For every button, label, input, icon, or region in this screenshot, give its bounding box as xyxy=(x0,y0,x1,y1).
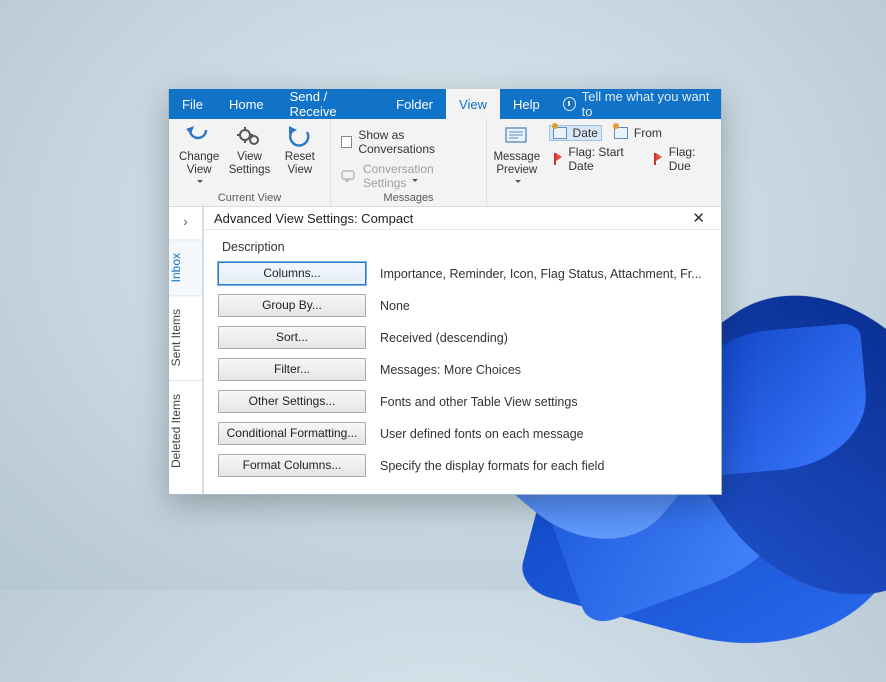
dialog-row-group-by: Group By... None xyxy=(218,294,707,317)
checkbox-icon xyxy=(341,136,352,148)
format-columns-button[interactable]: Format Columns... xyxy=(218,454,366,477)
view-settings-button[interactable]: View Settings xyxy=(225,123,273,177)
group-by-button[interactable]: Group By... xyxy=(218,294,366,317)
dialog-row-columns: Columns... Importance, Reminder, Icon, F… xyxy=(218,262,707,285)
arrange-by-flag-due[interactable]: Flag: Due xyxy=(649,144,715,174)
columns-button[interactable]: Columns... xyxy=(218,262,366,285)
from-icon xyxy=(614,127,628,139)
tab-help[interactable]: Help xyxy=(500,89,553,119)
sort-value: Received (descending) xyxy=(380,331,707,345)
close-button[interactable]: ✕ xyxy=(686,207,711,229)
columns-value: Importance, Reminder, Icon, Flag Status,… xyxy=(380,267,707,281)
group-by-value: None xyxy=(380,299,707,313)
ribbon-group-arrangement: Message Preview Date From xyxy=(487,119,721,206)
conversation-icon xyxy=(341,168,357,185)
dialog-row-other-settings: Other Settings... Fonts and other Table … xyxy=(218,390,707,413)
format-columns-value: Specify the display formats for each fie… xyxy=(380,459,707,473)
advanced-view-settings-dialog: Advanced View Settings: Compact ✕ Descri… xyxy=(203,207,721,494)
arrange-by-from[interactable]: From xyxy=(610,125,666,141)
conditional-formatting-button[interactable]: Conditional Formatting... xyxy=(218,422,366,445)
filter-value: Messages: More Choices xyxy=(380,363,707,377)
description-heading: Description xyxy=(222,240,707,254)
dropdown-arrow-icon xyxy=(195,179,203,183)
tab-home[interactable]: Home xyxy=(216,89,277,119)
message-preview-button[interactable]: Message Preview xyxy=(493,123,541,183)
tell-me-placeholder: Tell me what you want to xyxy=(582,89,711,119)
sidebar-tab-sent-items[interactable]: Sent Items xyxy=(169,295,202,379)
ribbon-group-current-view: Change View View Settings Reset View Cur… xyxy=(169,119,331,206)
tab-view[interactable]: View xyxy=(446,89,500,119)
other-settings-value: Fonts and other Table View settings xyxy=(380,395,707,409)
reset-view-button[interactable]: Reset View xyxy=(276,123,324,177)
outlook-window: File Home Send / Receive Folder View Hel… xyxy=(168,89,722,495)
tell-me-search[interactable]: Tell me what you want to xyxy=(553,89,721,119)
expand-nav-button[interactable]: › xyxy=(183,207,188,239)
tab-send-receive[interactable]: Send / Receive xyxy=(277,89,384,119)
dialog-row-conditional-formatting: Conditional Formatting... User defined f… xyxy=(218,422,707,445)
change-view-button[interactable]: Change View xyxy=(175,123,223,183)
conditional-formatting-value: User defined fonts on each message xyxy=(380,427,707,441)
sidebar-tab-deleted-items[interactable]: Deleted Items xyxy=(169,380,202,481)
menu-bar: File Home Send / Receive Folder View Hel… xyxy=(169,89,721,119)
tab-file[interactable]: File xyxy=(169,89,216,119)
dialog-title: Advanced View Settings: Compact xyxy=(214,211,413,226)
folder-side-tabs: › Inbox Sent Items Deleted Items xyxy=(169,207,203,494)
ribbon: Change View View Settings Reset View Cur… xyxy=(169,119,721,207)
dialog-titlebar: Advanced View Settings: Compact ✕ xyxy=(204,207,721,230)
sort-button[interactable]: Sort... xyxy=(218,326,366,349)
group-label-messages: Messages xyxy=(337,192,480,204)
group-label-current-view: Current View xyxy=(175,192,324,204)
flag-icon xyxy=(653,153,663,165)
filter-button[interactable]: Filter... xyxy=(218,358,366,381)
sidebar-tab-inbox[interactable]: Inbox xyxy=(169,239,202,295)
arrange-by-date[interactable]: Date xyxy=(549,125,602,141)
tab-folder[interactable]: Folder xyxy=(383,89,446,119)
date-icon xyxy=(553,127,567,139)
ribbon-group-messages: Show as Conversations Conversation Setti… xyxy=(331,119,487,206)
lightbulb-icon xyxy=(563,97,576,111)
conversation-settings-dropdown: Conversation Settings xyxy=(337,161,480,191)
flag-icon xyxy=(553,153,563,165)
dialog-row-sort: Sort... Received (descending) xyxy=(218,326,707,349)
reset-icon xyxy=(286,125,314,149)
arrange-by-flag-start[interactable]: Flag: Start Date xyxy=(549,144,641,174)
body-area: › Inbox Sent Items Deleted Items Advance… xyxy=(169,207,721,494)
dropdown-arrow-icon xyxy=(513,179,521,183)
other-settings-button[interactable]: Other Settings... xyxy=(218,390,366,413)
show-as-conversations-checkbox[interactable]: Show as Conversations xyxy=(337,127,480,157)
dialog-row-filter: Filter... Messages: More Choices xyxy=(218,358,707,381)
preview-icon xyxy=(503,125,531,149)
dialog-row-format-columns: Format Columns... Specify the display fo… xyxy=(218,454,707,477)
change-view-icon xyxy=(185,125,213,149)
gear-icon xyxy=(235,125,263,149)
